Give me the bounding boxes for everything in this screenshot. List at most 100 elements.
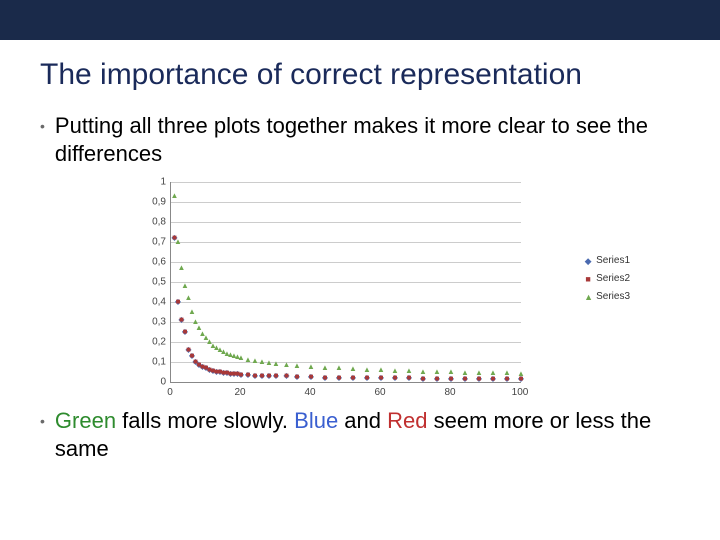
data-point <box>185 347 191 353</box>
y-tick-label: 0,5 <box>140 277 166 288</box>
data-point <box>210 368 216 374</box>
gridline <box>171 322 521 323</box>
data-point <box>322 375 328 381</box>
data-point <box>260 373 265 379</box>
x-tick-label: 100 <box>505 387 535 398</box>
data-point <box>273 373 279 379</box>
data-point <box>274 373 279 379</box>
gridline <box>171 202 521 203</box>
data-point <box>221 370 226 376</box>
data-point <box>211 368 216 374</box>
data-point <box>434 376 440 382</box>
data-point <box>307 364 315 370</box>
legend-label: Series2 <box>596 270 630 288</box>
data-point <box>239 372 244 378</box>
data-point <box>419 369 427 375</box>
data-point <box>190 353 195 359</box>
data-point <box>199 364 205 370</box>
data-point <box>337 375 342 381</box>
data-point <box>309 374 314 380</box>
y-tick-label: 0,2 <box>140 337 166 348</box>
data-point <box>433 369 441 375</box>
data-point <box>234 371 240 377</box>
data-point <box>476 376 482 382</box>
data-point <box>235 371 240 377</box>
data-point <box>181 283 189 289</box>
data-point <box>435 376 440 382</box>
x-tick-label: 20 <box>225 387 255 398</box>
data-point <box>209 343 217 349</box>
legend-item-series2: Series2 <box>584 270 630 288</box>
data-point <box>365 375 370 381</box>
data-point <box>203 365 209 371</box>
data-point <box>213 369 219 375</box>
data-point <box>234 354 242 360</box>
data-point <box>218 369 223 375</box>
data-point <box>505 376 510 382</box>
data-point <box>504 376 510 382</box>
data-point <box>245 372 251 378</box>
data-point <box>391 368 399 374</box>
gridline <box>171 222 521 223</box>
data-point <box>224 370 230 376</box>
legend-item-series1: Series1 <box>584 252 630 270</box>
y-tick-label: 0,8 <box>140 217 166 228</box>
legend-item-series3: Series3 <box>584 288 630 306</box>
y-tick-label: 0,1 <box>140 357 166 368</box>
data-point <box>490 376 496 382</box>
data-point <box>225 370 230 376</box>
data-point <box>251 358 259 364</box>
legend-label: Series1 <box>596 252 630 270</box>
data-point <box>204 365 209 371</box>
bullet-dot-icon: • <box>40 413 45 429</box>
y-tick-label: 0,9 <box>140 197 166 208</box>
data-point <box>503 370 511 376</box>
data-point <box>265 360 273 366</box>
data-point <box>227 352 235 358</box>
y-tick-label: 0 <box>140 377 166 388</box>
word-blue: Blue <box>294 408 338 433</box>
data-point <box>213 345 221 351</box>
data-point <box>252 373 258 379</box>
data-point <box>406 375 412 381</box>
data-point <box>178 265 186 271</box>
data-point <box>336 375 342 381</box>
y-tick-label: 0,3 <box>140 317 166 328</box>
data-point <box>477 376 482 382</box>
data-point <box>185 295 193 301</box>
data-point <box>188 309 196 315</box>
data-point <box>238 372 244 378</box>
y-tick-label: 0,4 <box>140 297 166 308</box>
data-point <box>220 349 228 355</box>
data-point <box>171 193 179 199</box>
data-point <box>462 376 468 382</box>
y-tick-label: 0,7 <box>140 237 166 248</box>
data-point <box>217 369 223 375</box>
slide-title: The importance of correct representation <box>40 58 680 92</box>
data-point <box>323 375 328 381</box>
data-point <box>351 375 356 381</box>
data-point <box>195 325 203 331</box>
data-point <box>283 373 289 379</box>
data-point <box>253 373 258 379</box>
bullet-2-text: Green falls more slowly. Blue and Red se… <box>55 407 680 462</box>
data-point <box>379 375 384 381</box>
bullet-2-frag: falls more slowly. <box>116 408 294 433</box>
data-point <box>227 371 233 377</box>
data-point <box>448 376 454 382</box>
data-point <box>214 369 219 375</box>
data-point <box>172 235 177 241</box>
data-point <box>475 370 483 376</box>
data-point <box>461 370 469 376</box>
data-point <box>363 367 371 373</box>
data-point <box>447 369 455 375</box>
bullet-dot-icon: • <box>40 118 45 134</box>
data-point <box>186 347 191 353</box>
slide-content: The importance of correct representation… <box>0 58 720 462</box>
data-point <box>350 375 356 381</box>
data-point <box>321 365 329 371</box>
triangle-icon <box>584 293 592 301</box>
x-tick-label: 60 <box>365 387 395 398</box>
data-point <box>378 375 384 381</box>
data-point <box>267 373 272 379</box>
